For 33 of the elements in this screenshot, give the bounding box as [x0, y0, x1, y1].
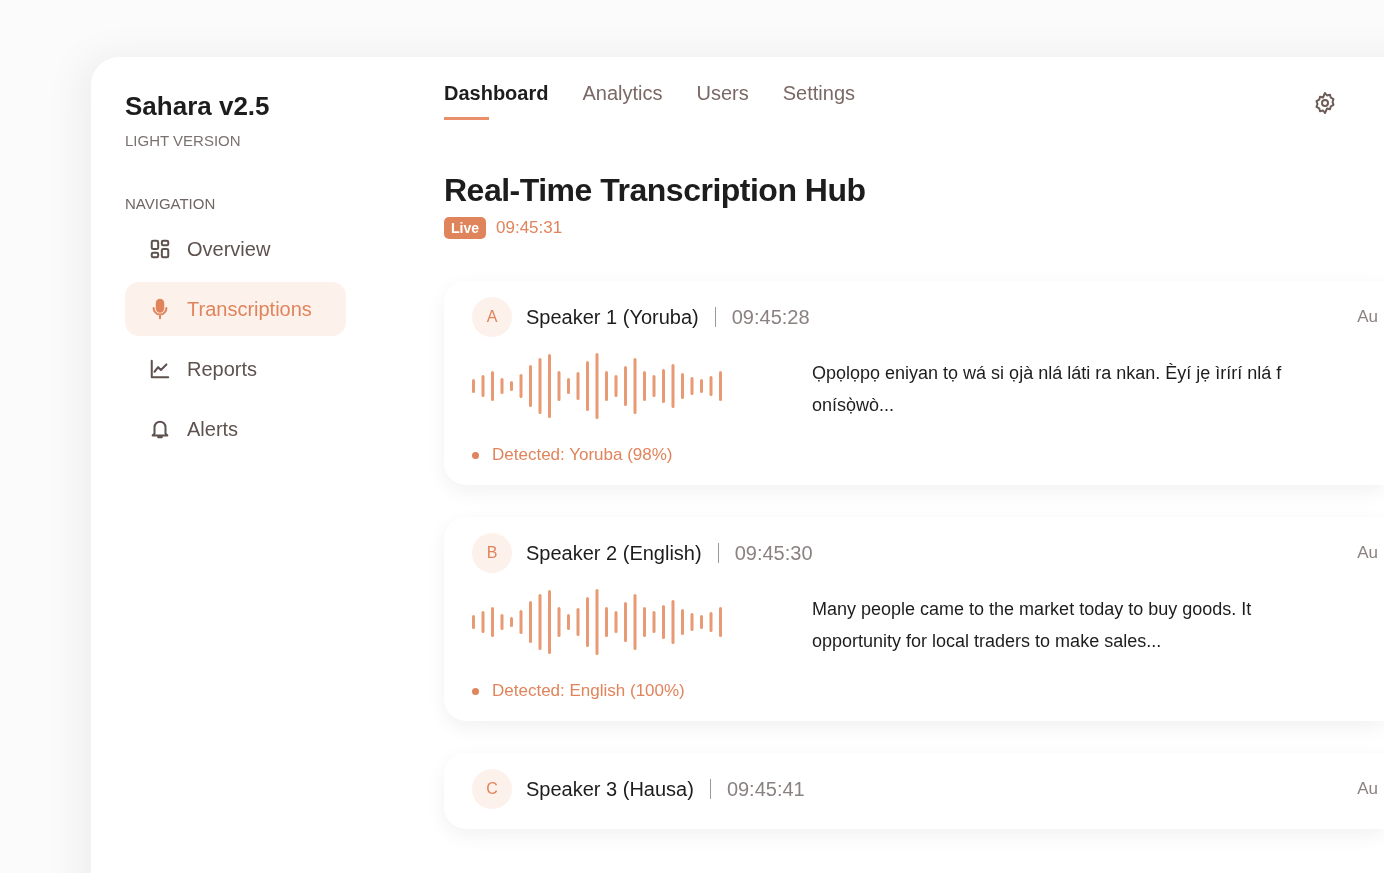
tab[interactable]: Settings: [782, 79, 855, 120]
nav-item[interactable]: Reports: [125, 342, 346, 396]
bell-icon: [149, 418, 171, 440]
app-title: Sahara v2.5: [125, 91, 271, 122]
tab[interactable]: Analytics: [582, 79, 663, 120]
speaker-avatar: B: [472, 533, 512, 573]
tab[interactable]: Dashboard: [444, 79, 549, 120]
tab[interactable]: Users: [696, 79, 749, 120]
live-badge: Live: [444, 217, 486, 239]
transcript-text: Ọpọlọpọ eniyan tọ wá si ọjà nlá láti ra nkan. Èyí jẹ ìrírí nlá f onísọ̀wò...: [812, 362, 1282, 417]
page-title: Real-Time Transcription Hub: [444, 172, 867, 209]
timestamp: 09:45:30: [734, 541, 813, 565]
language-detection: Detected: English (100%): [472, 681, 812, 701]
column-3-text: Au: [1357, 543, 1378, 563]
speaker-avatar: A: [472, 297, 512, 337]
timestamp: 09:45:28: [731, 305, 810, 329]
column-3-text: Au: [1357, 307, 1378, 327]
grid-icon: [149, 238, 171, 260]
section-heading: NAVIGATION: [125, 195, 217, 212]
transcript-text: Many people came to the market today to buy goods. It opportunity for local traders to make sales...: [812, 598, 1252, 653]
speaker-avatar: C: [472, 769, 512, 809]
nav-item[interactable]: Overview: [125, 222, 346, 276]
timestamp: 09:45:41: [726, 777, 805, 801]
nav-item[interactable]: Alerts: [125, 402, 346, 456]
language-detection: Detected: Yoruba (98%): [472, 445, 812, 465]
column-3-text: Au: [1357, 779, 1378, 799]
clock-time: 09:45:31: [496, 218, 563, 238]
speaker-name: Speaker 1 (Yoruba): [526, 305, 699, 329]
speaker-name: Speaker 2 (English): [526, 541, 702, 565]
line-chart-icon: [149, 358, 171, 380]
speaker-name: Speaker 3 (Hausa): [526, 777, 694, 801]
app-subtitle: LIGHT VERSION: [125, 132, 242, 149]
settings-icon[interactable]: [1313, 91, 1337, 115]
